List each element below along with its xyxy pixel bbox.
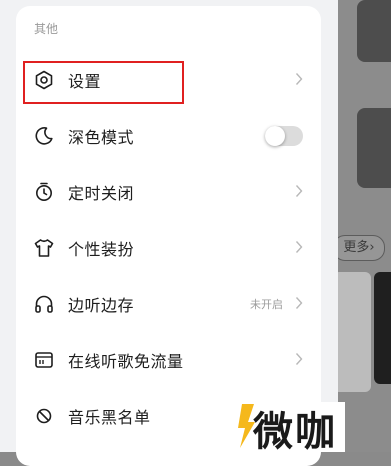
chevron-right-icon (295, 353, 303, 365)
headphones-icon (35, 295, 53, 313)
background-more-button: 更多› (333, 235, 385, 261)
menu-item-label: 音乐黑名单 (68, 408, 151, 427)
menu-item-dark-mode[interactable]: 深色模式 (16, 108, 321, 164)
chevron-right-icon (295, 297, 303, 309)
menu-item-label: 边听边存 (68, 296, 135, 315)
moon-icon (35, 127, 53, 145)
timer-icon (36, 182, 52, 201)
background-thumbnail (333, 272, 371, 392)
menu-item-cache-while-listening[interactable]: 边听边存 未开启 (16, 276, 321, 332)
menu-item-label: 定时关闭 (68, 184, 135, 203)
background-card (357, 108, 391, 188)
chevron-right-icon (295, 73, 303, 85)
sim-card-icon (35, 352, 53, 368)
menu-item-label: 个性装扮 (68, 240, 135, 259)
chevron-right-icon (295, 241, 303, 253)
section-title: 其他 (34, 22, 59, 36)
background-thumbnail (374, 272, 391, 384)
menu-item-personalize[interactable]: 个性装扮 (16, 220, 321, 276)
dark-mode-toggle[interactable] (265, 126, 303, 146)
menu-item-label: 深色模式 (68, 128, 135, 147)
menu-item-label: 在线听歌免流量 (68, 352, 184, 371)
menu-item-sleep-timer[interactable]: 定时关闭 (16, 164, 321, 220)
chevron-right-icon (295, 185, 303, 197)
background-card (357, 0, 391, 62)
side-drawer: 其他 设置 深色模式 定时关闭 个性装扮 边听边存 未开启 在线听歌免流量 音乐… (0, 0, 338, 466)
background-more-chevron: › (369, 240, 375, 255)
block-icon (36, 408, 52, 424)
menu-item-free-data-streaming[interactable]: 在线听歌免流量 (16, 332, 321, 388)
settings-highlight-box (23, 61, 184, 104)
background-more-label: 更多 (343, 240, 370, 255)
tshirt-icon (34, 239, 54, 257)
status-text: 未开启 (250, 298, 283, 311)
watermark-logo: 微咖 (253, 409, 337, 455)
toggle-knob (265, 126, 285, 146)
